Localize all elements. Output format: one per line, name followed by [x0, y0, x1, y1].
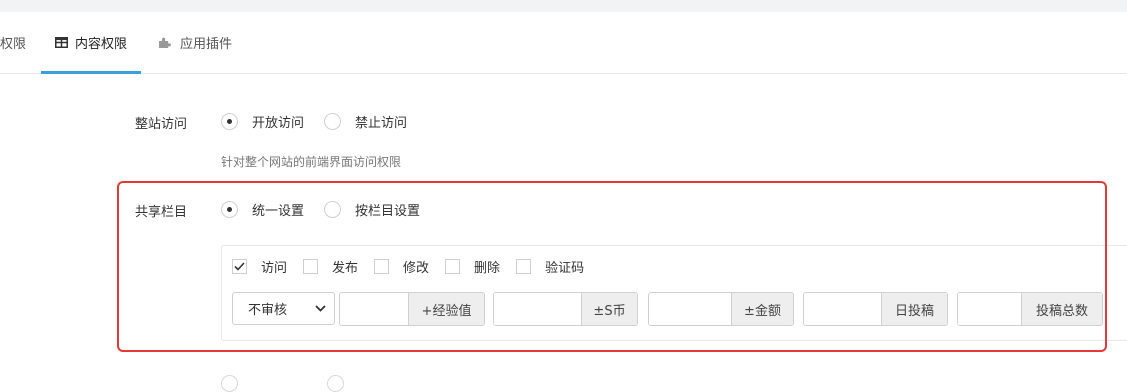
tab-label: 应用插件: [180, 37, 233, 52]
deny-access-radio[interactable]: [324, 113, 342, 130]
tab-permissions[interactable]: 权限: [0, 12, 26, 73]
tab-bar: 权限 内容权限 应用插件: [0, 12, 1127, 74]
tab-label: 内容权限: [75, 37, 128, 52]
top-bar: [0, 0, 1127, 12]
open-access-label[interactable]: 开放访问: [252, 112, 304, 131]
table-icon: [55, 37, 68, 48]
puzzle-icon: [159, 37, 171, 48]
site-access-label: 整站访问: [135, 117, 188, 132]
tab-label: 权限: [0, 37, 27, 52]
partial-radio[interactable]: [327, 375, 344, 392]
deny-access-label[interactable]: 禁止访问: [355, 112, 407, 131]
open-access-radio[interactable]: [221, 113, 238, 130]
partial-radio[interactable]: [221, 375, 238, 392]
site-access-hint: 针对整个网站的前端界面访问权限: [221, 155, 402, 169]
site-access-radio-group: 开放访问 禁止访问: [221, 112, 427, 131]
highlight-box: [117, 181, 1107, 352]
tab-plugins[interactable]: 应用插件: [158, 12, 232, 73]
tab-content-permissions[interactable]: 内容权限: [41, 12, 142, 74]
